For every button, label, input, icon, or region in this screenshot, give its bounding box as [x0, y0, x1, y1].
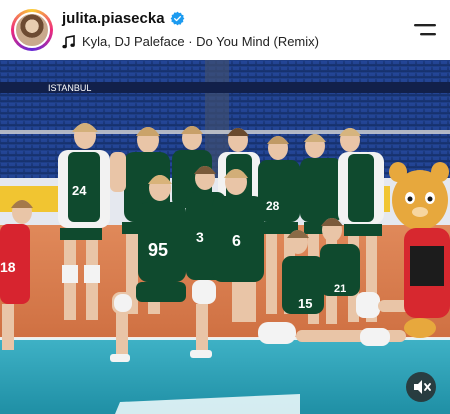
verified-icon	[170, 11, 185, 26]
audio-track[interactable]: Kyla, DJ Paleface · Do You Mind (Remix)	[82, 34, 319, 49]
music-note-icon	[62, 35, 75, 49]
post-photo[interactable]: ISTANBUL 24 28 95 3 6 15 21 18	[0, 60, 450, 414]
jersey-number: 6	[232, 233, 241, 250]
jersey-number: 18	[0, 259, 16, 275]
jersey-number: 21	[334, 283, 346, 295]
avatar-image	[14, 12, 50, 48]
mute-icon	[414, 380, 431, 394]
jersey-number: 3	[196, 229, 204, 245]
instagram-reel: julita.piasecka Kyla, DJ Paleface · Do Y…	[0, 0, 450, 414]
volleyball-net	[0, 130, 450, 134]
jersey-number: 15	[298, 296, 312, 311]
banner-text: ISTANBUL	[48, 83, 91, 93]
username[interactable]: julita.piasecka	[62, 10, 165, 27]
menu-icon[interactable]	[412, 22, 438, 38]
post-header: julita.piasecka Kyla, DJ Paleface · Do Y…	[0, 0, 450, 60]
jersey-number: 95	[148, 240, 168, 260]
jersey-number: 24	[72, 183, 87, 198]
mute-button[interactable]	[406, 372, 436, 402]
jersey-number: 28	[266, 199, 280, 213]
avatar[interactable]	[11, 9, 53, 51]
